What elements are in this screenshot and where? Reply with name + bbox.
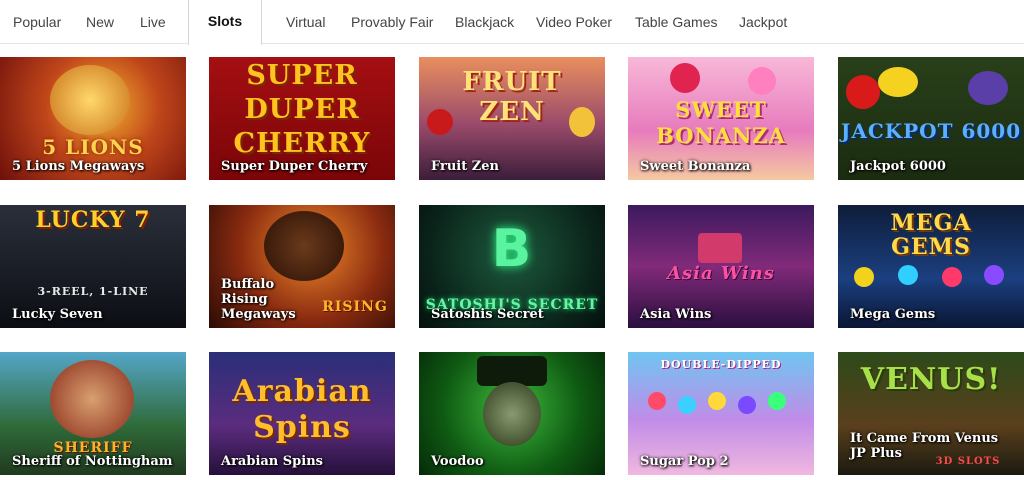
gem-icon bbox=[854, 267, 874, 287]
candy-icon bbox=[768, 392, 786, 410]
game-title: 5 Lions Megaways bbox=[12, 159, 145, 174]
candy-icon bbox=[648, 392, 666, 410]
game-logo: Asia Wins bbox=[667, 263, 775, 284]
gem-icon bbox=[942, 267, 962, 287]
lollipop-icon bbox=[748, 67, 776, 95]
game-logo: LUCKY 7 bbox=[35, 207, 151, 233]
tab-live[interactable]: Live bbox=[140, 0, 166, 44]
game-tile-it-came-from-venus[interactable]: VENUS! 3D SLOTS It Came From Venus JP Pl… bbox=[838, 352, 1024, 475]
game-tile-mega-gems[interactable]: MEGA GEMS Mega Gems bbox=[838, 205, 1024, 328]
face-icon bbox=[483, 382, 541, 446]
game-title: It Came From Venus JP Plus bbox=[850, 431, 999, 461]
game-subtitle: 3-REEL, 1-LINE bbox=[37, 285, 149, 298]
lemon-icon bbox=[569, 107, 595, 137]
candy-icon bbox=[738, 396, 756, 414]
candy-icon bbox=[678, 396, 696, 414]
game-logo: SUPER DUPER CHERRY bbox=[233, 60, 371, 159]
game-logo: 5 LIONS bbox=[42, 135, 144, 159]
tab-virtual[interactable]: Virtual bbox=[286, 0, 325, 44]
game-title: Arabian Spins bbox=[221, 454, 323, 469]
game-title: Buffalo Rising Megaways bbox=[221, 277, 296, 322]
lion-icon bbox=[50, 65, 130, 135]
game-tile-arabian-spins[interactable]: Arabian Spins Arabian Spins bbox=[209, 352, 395, 475]
tab-video-poker[interactable]: Video Poker bbox=[536, 0, 612, 44]
lemon-icon bbox=[878, 67, 918, 97]
game-tile-sweet-bonanza[interactable]: SWEET BONANZA Sweet Bonanza bbox=[628, 57, 814, 180]
game-tile-jackpot-6000[interactable]: JACKPOT 6000 Jackpot 6000 bbox=[838, 57, 1024, 180]
cherry-icon bbox=[427, 109, 453, 135]
tab-jackpot[interactable]: Jackpot bbox=[739, 0, 787, 44]
sheriff-icon bbox=[50, 360, 134, 438]
buffalo-icon bbox=[264, 211, 344, 281]
game-logo: MEGA GEMS bbox=[890, 210, 972, 260]
game-logo: Arabian Spins bbox=[232, 374, 372, 445]
game-title: Lucky Seven bbox=[12, 307, 103, 322]
gem-icon bbox=[984, 265, 1004, 285]
game-tile-asia-wins[interactable]: Asia Wins Asia Wins bbox=[628, 205, 814, 328]
game-title: Fruit Zen bbox=[431, 159, 499, 174]
game-title: Asia Wins bbox=[640, 307, 712, 322]
game-tile-super-duper-cherry[interactable]: SUPER DUPER CHERRY Super Duper Cherry bbox=[209, 57, 395, 180]
tab-popular[interactable]: Popular bbox=[13, 0, 61, 44]
tab-slots[interactable]: Slots bbox=[188, 0, 262, 45]
game-logo: VENUS! bbox=[860, 362, 1002, 397]
game-tile-voodoo[interactable]: Voodoo bbox=[419, 352, 605, 475]
game-title: Sweet Bonanza bbox=[640, 159, 751, 174]
gem-icon bbox=[898, 265, 918, 285]
game-logo: SWEET BONANZA bbox=[656, 97, 786, 148]
game-logo: JACKPOT 6000 bbox=[840, 119, 1022, 143]
game-title: Jackpot 6000 bbox=[850, 159, 946, 174]
game-tile-sheriff-of-nottingham[interactable]: SHERIFF Sheriff of Nottingham bbox=[0, 352, 186, 475]
game-tile-lucky-seven[interactable]: LUCKY 7 3-REEL, 1-LINE Lucky Seven bbox=[0, 205, 186, 328]
game-tile-buffalo-rising-megaways[interactable]: RISING Buffalo Rising Megaways bbox=[209, 205, 395, 328]
game-tile-satoshis-secret[interactable]: B SATOSHI'S SECRET Satoshis Secret bbox=[419, 205, 605, 328]
game-title: Satoshis Secret bbox=[431, 307, 544, 322]
game-tile-5-lions-megaways[interactable]: 5 LIONS 5 Lions Megaways bbox=[0, 57, 186, 180]
game-logo: RISING bbox=[322, 299, 388, 315]
heart-icon bbox=[670, 63, 700, 93]
game-title: Sheriff of Nottingham bbox=[12, 454, 173, 469]
tab-table-games[interactable]: Table Games bbox=[635, 0, 717, 44]
cherry-icon bbox=[846, 75, 880, 109]
grape-icon bbox=[968, 71, 1008, 105]
game-title: Sugar Pop 2 bbox=[640, 454, 729, 469]
tab-new[interactable]: New bbox=[86, 0, 114, 44]
game-title: Mega Gems bbox=[850, 307, 936, 322]
ship-icon bbox=[698, 233, 742, 263]
game-title: Super Duper Cherry bbox=[221, 159, 368, 174]
candy-icon bbox=[708, 392, 726, 410]
game-logo: DOUBLE-DIPPED bbox=[660, 358, 782, 371]
tab-blackjack[interactable]: Blackjack bbox=[455, 0, 514, 44]
game-title: Voodoo bbox=[431, 454, 484, 469]
game-tile-fruit-zen[interactable]: FRUIT ZEN Fruit Zen bbox=[419, 57, 605, 180]
bitcoin-icon: B bbox=[491, 219, 533, 279]
tab-provably-fair[interactable]: Provably Fair bbox=[351, 0, 433, 44]
game-tile-sugar-pop-2[interactable]: DOUBLE-DIPPED Sugar Pop 2 bbox=[628, 352, 814, 475]
category-tabs: Popular New Live Slots Virtual Provably … bbox=[0, 0, 1024, 45]
